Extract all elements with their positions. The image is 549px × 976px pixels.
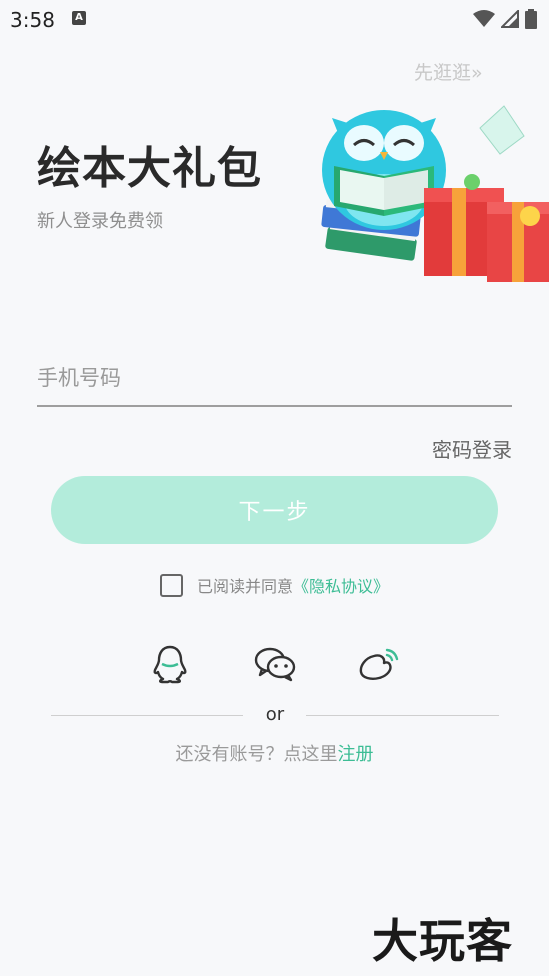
page-subtitle: 新人登录免费领	[37, 211, 163, 232]
status-icons	[473, 9, 537, 29]
signal-icon	[501, 10, 519, 28]
wechat-icon	[254, 647, 296, 682]
qq-penguin-icon	[153, 645, 187, 684]
agreement-text: 已阅读并同意	[197, 577, 294, 596]
wifi-icon	[473, 10, 495, 27]
next-step-button[interactable]: 下一步	[51, 476, 498, 544]
privacy-policy-link[interactable]: 《隐私协议》	[293, 573, 389, 597]
skip-link[interactable]: 先逛逛»	[414, 58, 483, 85]
phone-field	[37, 350, 512, 407]
notification-badge: A	[72, 11, 86, 25]
register-row: 还没有账号？点这里注册	[0, 740, 549, 766]
agreement-row: 已阅读并同意 《隐私协议》	[160, 573, 389, 597]
register-prompt: 还没有账号？点这里	[175, 744, 338, 765]
battery-icon	[525, 9, 537, 29]
divider-line-right	[306, 715, 499, 716]
password-login-link[interactable]: 密码登录	[432, 434, 512, 463]
double-chevron-right-icon: »	[471, 62, 483, 84]
or-divider: or	[51, 704, 499, 728]
register-link[interactable]: 注册	[338, 744, 374, 765]
qq-login-button[interactable]	[148, 642, 192, 686]
skip-label: 先逛逛	[414, 62, 472, 84]
watermark-logo: 大玩客	[372, 914, 513, 968]
owl-illustration	[321, 105, 549, 282]
phone-input[interactable]	[37, 358, 512, 398]
status-bar: 3:58 A	[0, 0, 549, 38]
page-title: 绘本大礼包	[37, 143, 262, 194]
status-time: 3:58	[10, 8, 55, 32]
agreement-checkbox[interactable]	[160, 573, 183, 597]
weibo-icon	[359, 648, 399, 680]
wechat-login-button[interactable]	[253, 642, 297, 686]
weibo-login-button[interactable]	[357, 642, 401, 686]
